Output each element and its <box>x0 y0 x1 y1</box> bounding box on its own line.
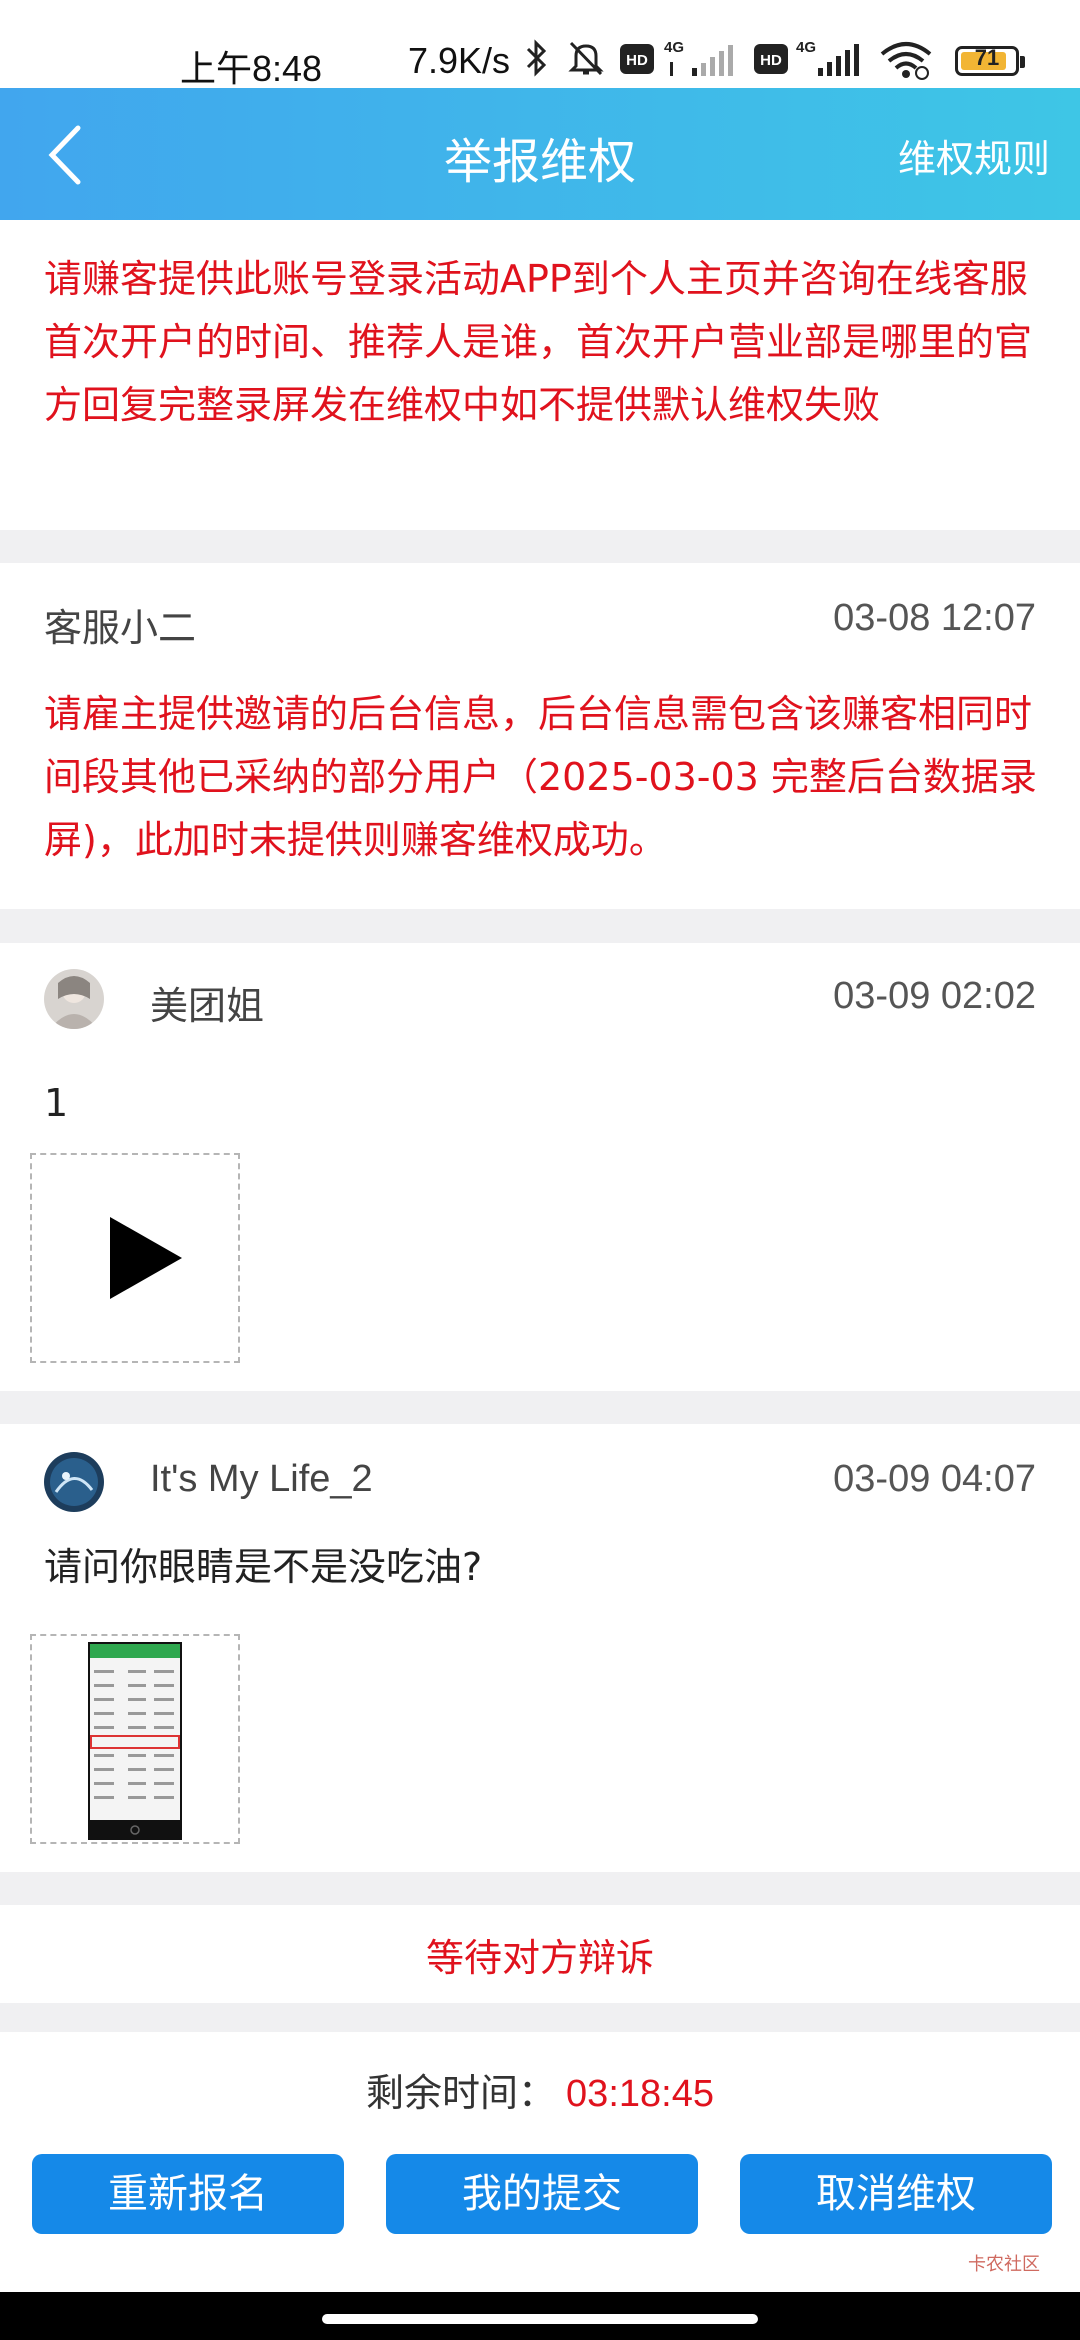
wifi-icon <box>878 40 934 84</box>
status-time: 上午8:48 <box>180 48 323 89</box>
post-date: 03-09 04:07 <box>833 1458 1036 1500</box>
remaining-time: 剩余时间： 03:18:45 <box>0 2062 1080 2117</box>
avatar[interactable] <box>44 1452 104 1512</box>
notice-card: 请赚客提供此账号登录活动APP到个人主页并咨询在线客服首次开户的时间、推荐人是谁… <box>0 220 1080 530</box>
rules-link[interactable]: 维权规则 <box>898 128 1050 183</box>
post-date: 03-09 02:02 <box>833 975 1036 1017</box>
remaining-label: 剩余时间： <box>366 2071 557 2115</box>
signal-4g-icon-2: 4G <box>794 36 866 84</box>
app-header: 举报维权 维权规则 <box>0 88 1080 220</box>
svg-text:4G: 4G <box>796 39 816 56</box>
play-icon <box>110 1217 182 1299</box>
post-date: 03-08 12:07 <box>833 597 1036 639</box>
post-author: It's My Life_2 <box>150 1458 373 1500</box>
hd-icon: HD <box>620 44 654 78</box>
video-thumbnail[interactable] <box>30 1153 240 1363</box>
bottom-panel: 剩余时间： 03:18:45 重新报名 我的提交 取消维权 卡农社区 <box>0 2032 1080 2292</box>
post-author: 客服小二 <box>44 606 197 650</box>
home-gesture-handle[interactable] <box>322 2314 758 2324</box>
avatar[interactable] <box>44 969 104 1029</box>
reapply-button[interactable]: 重新报名 <box>32 2154 344 2234</box>
battery-level: 71 <box>974 45 1000 70</box>
page: 上午8:48 7.9K/s HD 4G HD 4G 71 举报维权 维权规则 请… <box>0 0 1080 2340</box>
post-header: It's My Life_2 03-09 04:07 <box>44 1452 1036 1512</box>
post-header: 客服小二 03-08 12:07 <box>44 595 1036 655</box>
my-submission-button[interactable]: 我的提交 <box>386 2154 698 2234</box>
status-bar: 上午8:48 7.9K/s HD 4G HD 4G 71 <box>0 0 1080 89</box>
signal-4g-icon: 4G <box>662 36 742 84</box>
post-text: 请雇主提供邀请的后台信息，后台信息需包含该赚客相同时间段其他已采纳的部分用户（2… <box>44 692 1037 862</box>
system-nav-bar <box>0 2292 1080 2340</box>
svg-text:4G: 4G <box>664 39 684 56</box>
post-author: 美团姐 <box>150 984 265 1028</box>
svg-text:HD: HD <box>626 52 648 69</box>
remaining-value: 03:18:45 <box>566 2073 714 2115</box>
hd-icon-2: HD <box>754 44 788 78</box>
mute-bell-icon <box>566 38 606 82</box>
watermark-logo: 卡农社区 <box>968 2254 1040 2275</box>
battery-icon: 71 <box>955 45 1025 76</box>
post-card-service: 客服小二 03-08 12:07 请雇主提供邀请的后台信息，后台信息需包含该赚客… <box>0 563 1080 909</box>
status-text: 等待对方辩诉 <box>425 1936 654 1980</box>
svg-text:HD: HD <box>760 52 782 69</box>
image-thumbnail[interactable] <box>30 1634 240 1844</box>
network-speed: 7.9K/s <box>408 40 511 81</box>
post-header: 美团姐 03-09 02:02 <box>44 969 1036 1029</box>
bluetooth-icon <box>524 38 550 82</box>
post-text: 请问你眼睛是不是没吃油? <box>44 1545 483 1589</box>
post-card-itsmylife: It's My Life_2 03-09 04:07 请问你眼睛是不是没吃油? <box>0 1424 1080 1872</box>
screenshot-image <box>88 1642 182 1840</box>
cancel-rights-button[interactable]: 取消维权 <box>740 2154 1052 2234</box>
status-card: 等待对方辩诉 <box>0 1905 1080 2003</box>
notice-text: 请赚客提供此账号登录活动APP到个人主页并咨询在线客服首次开户的时间、推荐人是谁… <box>44 257 1033 427</box>
post-text: 1 <box>44 1081 69 1125</box>
post-card-meituanjie: 美团姐 03-09 02:02 1 <box>0 943 1080 1391</box>
